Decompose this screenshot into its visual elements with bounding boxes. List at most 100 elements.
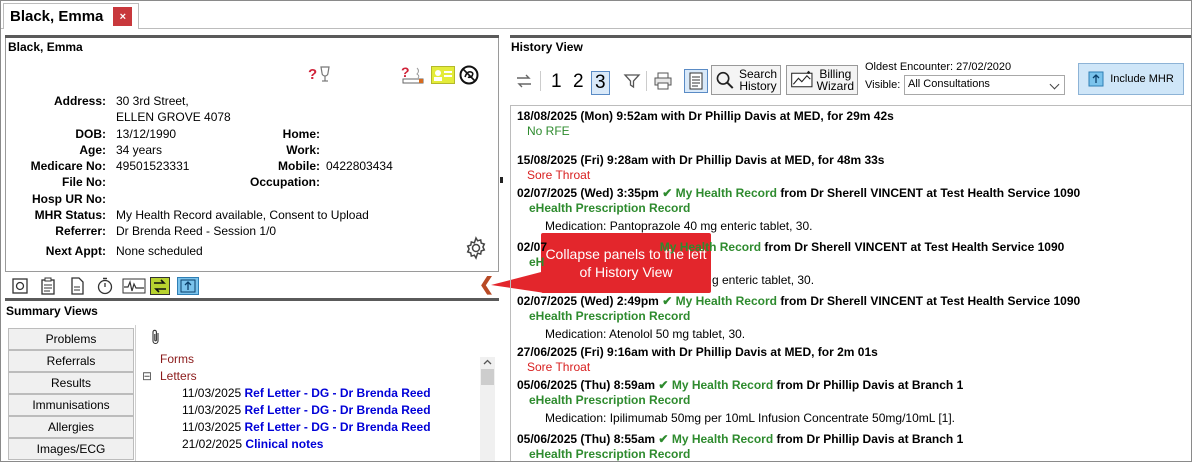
toolbar-separator: [646, 71, 647, 91]
work-label: Work:: [286, 143, 320, 157]
screenshot-icon[interactable]: [11, 277, 29, 295]
stopwatch-icon[interactable]: [96, 277, 114, 295]
encounter-header[interactable]: 18/08/2025 (Mon) 9:52am with Dr Phillip …: [517, 109, 894, 123]
oldest-encounter: Oldest Encounter: 27/02/2020: [865, 61, 1012, 73]
document-icon[interactable]: [68, 277, 86, 295]
dob-label: DOB:: [75, 127, 106, 141]
mhr-record-type: eHealth Prescription Record: [529, 447, 691, 461]
encounter-rfe: Sore Throat: [527, 168, 591, 182]
check-icon: ✔: [662, 186, 673, 200]
splitter-handle[interactable]: [500, 177, 503, 183]
list-item[interactable]: 21/02/2025 Clinical notes: [182, 437, 323, 451]
history-view-title: History View: [511, 40, 583, 54]
tab-immunisations[interactable]: Immunisations: [8, 394, 134, 416]
tab-referrals[interactable]: Referrals: [8, 350, 134, 372]
tab-allergies[interactable]: Allergies: [8, 416, 134, 438]
print-icon[interactable]: [653, 72, 673, 90]
dob-value: 13/12/1990: [116, 127, 177, 141]
medication-line: Medication: Ipilimumab 50mg per 10mL Inf…: [545, 411, 955, 425]
scroll-thumb[interactable]: [481, 369, 494, 385]
contact-card-icon[interactable]: [431, 66, 455, 84]
mhr-record-type: eHealth Prescription Record: [529, 393, 691, 407]
mhr-record-header[interactable]: 05/06/2025 (Thu) 8:59am ✔ My Health Reco…: [517, 378, 963, 392]
mhr-record-header[interactable]: 02/07/2025 (Wed) 3:35pm ✔ My Health Reco…: [517, 186, 1080, 200]
question-wine-icon[interactable]: ?: [308, 64, 332, 84]
visible-label: Visible:: [865, 79, 901, 91]
settings-gear-icon[interactable]: [464, 236, 488, 260]
mhr-status-value: My Health Record available, Consent to U…: [116, 208, 369, 222]
paperclip-icon[interactable]: [150, 329, 162, 345]
app-window: Black, Emma × Black, Emma ? ? Address: 3…: [0, 0, 1192, 462]
next-appt-label: Next Appt:: [45, 244, 106, 258]
history-toolbar: 1 2 3 Search History Billing Wizard Oldest…: [510, 59, 1191, 103]
ecg-icon[interactable]: [122, 277, 146, 295]
view-2-button[interactable]: 2: [573, 71, 584, 93]
view-1-button[interactable]: 1: [551, 71, 562, 93]
toolbar-separator: [540, 71, 541, 91]
summary-content: Forms ⊟ Letters 11/03/2025 Ref Letter - …: [135, 325, 499, 461]
encounter-header[interactable]: 27/06/2025 (Fri) 9:16am with Dr Phillip …: [517, 345, 878, 359]
left-panel: Black, Emma ? ? Address: 30 3rd Street, …: [5, 35, 499, 461]
encounter-header[interactable]: 15/08/2025 (Fri) 9:28am with Dr Phillip …: [517, 153, 884, 167]
referrer-label: Referrer:: [55, 224, 106, 238]
mhr-status-label: MHR Status:: [34, 208, 106, 222]
billing-wizard-label-2: Wizard: [816, 79, 854, 93]
notes-view-icon[interactable]: [684, 69, 708, 93]
address-label: Address:: [53, 94, 106, 108]
list-item[interactable]: 11/03/2025 Ref Letter - DG - Dr Brenda R…: [182, 403, 431, 417]
include-mhr-label: Include MHR: [1110, 73, 1174, 85]
question-smoking-icon[interactable]: ?: [400, 64, 428, 84]
visible-select[interactable]: All Consultations: [904, 75, 1065, 95]
age-label: Age:: [79, 143, 106, 157]
collapse-letters-icon[interactable]: ⊟: [142, 369, 152, 383]
mobile-value: 0422803434: [326, 159, 393, 173]
medicare-value: 49501523331: [116, 159, 190, 173]
patient-tab[interactable]: Black, Emma ×: [3, 3, 140, 29]
list-item[interactable]: 11/03/2025 Ref Letter - DG - Dr Brenda R…: [182, 386, 431, 400]
check-icon: ✔: [658, 378, 669, 392]
tab-bar: Black, Emma ×: [1, 1, 1191, 29]
medication-line: Medication: Pantoprazole 40 mg enteric t…: [545, 219, 813, 233]
transfer-icon[interactable]: [150, 277, 170, 295]
mhr-record-header[interactable]: 05/06/2025 (Thu) 8:55am ✔ My Health Reco…: [517, 432, 963, 446]
tab-images-ecg[interactable]: Images/ECG: [8, 438, 134, 460]
address-line2: ELLEN GROVE 4078: [116, 110, 231, 124]
referrer-value: Dr Brenda Reed - Session 1/0: [116, 224, 277, 238]
mhr-record-header[interactable]: 02/07/2025 (Wed) 2:49pm ✔ My Health Reco…: [517, 294, 1080, 308]
no-resuscitate-icon[interactable]: [459, 65, 479, 85]
patient-name: Black, Emma: [8, 40, 83, 54]
billing-wizard-button[interactable]: Billing Wizard: [786, 65, 858, 95]
hosp-ur-label: Hosp UR No:: [32, 192, 106, 206]
refresh-swap-icon[interactable]: [514, 71, 534, 91]
summary-views-title: Summary Views: [6, 304, 98, 318]
tree-letters[interactable]: Letters: [160, 369, 197, 383]
tree-forms[interactable]: Forms: [160, 352, 194, 366]
list-item[interactable]: 11/03/2025 Ref Letter - DG - Dr Brenda R…: [182, 420, 431, 434]
tab-problems[interactable]: Problems: [8, 328, 134, 350]
mhr-record-header[interactable]: 02/07 My Health Record from Dr Sherell V…: [517, 240, 1064, 254]
tab-results[interactable]: Results: [8, 372, 134, 394]
view-3-button[interactable]: 3: [591, 71, 610, 95]
include-mhr-button[interactable]: Include MHR: [1078, 63, 1184, 95]
search-icon: [716, 71, 734, 89]
scroll-up-icon[interactable]: [483, 359, 492, 365]
mhr-icon: [1088, 71, 1104, 87]
medication-line: Medication: Atenolol 50 mg tablet, 30.: [545, 327, 746, 341]
history-list: 18/08/2025 (Mon) 9:52am with Dr Phillip …: [510, 105, 1191, 461]
close-tab-button[interactable]: ×: [113, 7, 133, 26]
summary-scrollbar[interactable]: [480, 357, 495, 461]
medication-line: g enteric tablet, 30.: [712, 273, 815, 287]
occupation-label: Occupation:: [249, 175, 320, 189]
search-history-button[interactable]: Search History: [711, 65, 781, 95]
filter-icon[interactable]: [623, 72, 641, 90]
check-icon: ✔: [658, 432, 669, 446]
clipboard-icon[interactable]: [39, 277, 57, 295]
home-label: Home:: [282, 127, 320, 141]
summary-tab-list: Problems Referrals Results Immunisations…: [8, 328, 134, 460]
address-line1: 30 3rd Street,: [116, 94, 189, 108]
file-no-label: File No:: [62, 175, 106, 189]
mhr-upload-icon[interactable]: [177, 277, 199, 295]
patient-details-panel: Black, Emma ? ? Address: 30 3rd Street, …: [5, 38, 499, 272]
panel-divider: [510, 35, 1191, 38]
medicare-label: Medicare No:: [30, 159, 106, 173]
